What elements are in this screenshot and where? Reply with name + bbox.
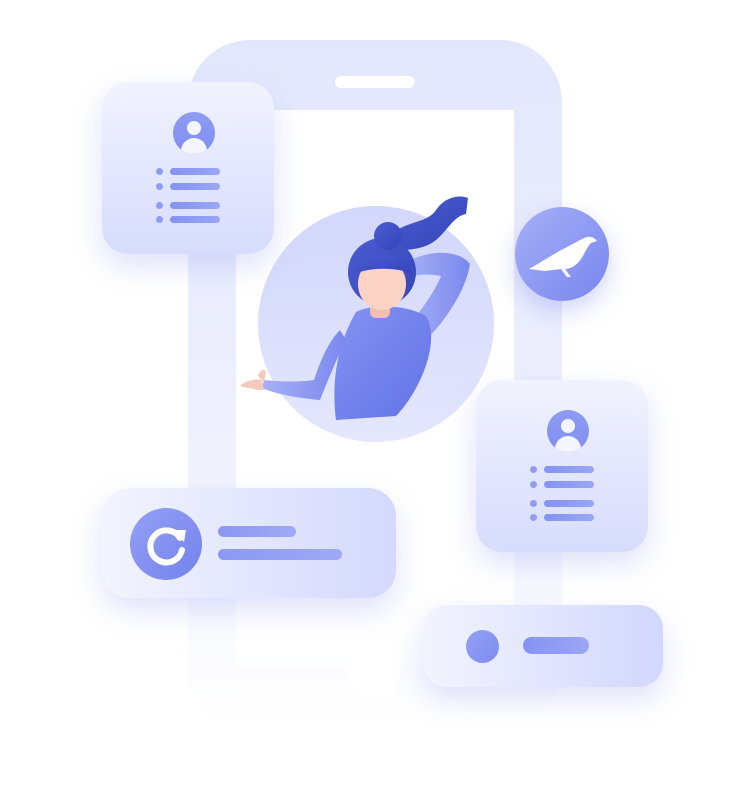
refresh-card: [102, 488, 396, 598]
status-dot: [466, 630, 499, 663]
profile-card-left: [102, 82, 274, 254]
hair-bun: [374, 222, 402, 250]
list-line: [530, 500, 594, 507]
bird-badge: [515, 207, 609, 301]
profile-card-right: [476, 380, 648, 552]
illustration-scene: [0, 0, 750, 800]
list-line: [156, 168, 220, 175]
user-avatar-icon: [547, 410, 589, 452]
refresh-badge: [130, 508, 202, 580]
bird-icon: [529, 236, 597, 277]
list-line: [530, 466, 594, 473]
refresh-icon: [147, 527, 186, 566]
phone-home-button: [350, 650, 400, 700]
user-avatar-icon: [173, 112, 215, 154]
text-line-long: [218, 549, 342, 560]
hand: [240, 369, 266, 390]
list-line: [156, 216, 220, 223]
text-line-short: [218, 526, 296, 537]
list-line: [530, 514, 594, 521]
list-line: [156, 202, 220, 209]
list-line: [530, 481, 594, 488]
phone-speaker: [335, 76, 415, 88]
woman-portrait: [240, 196, 494, 442]
status-line: [523, 637, 589, 654]
status-pill-card: [423, 605, 663, 687]
list-line: [156, 183, 220, 190]
